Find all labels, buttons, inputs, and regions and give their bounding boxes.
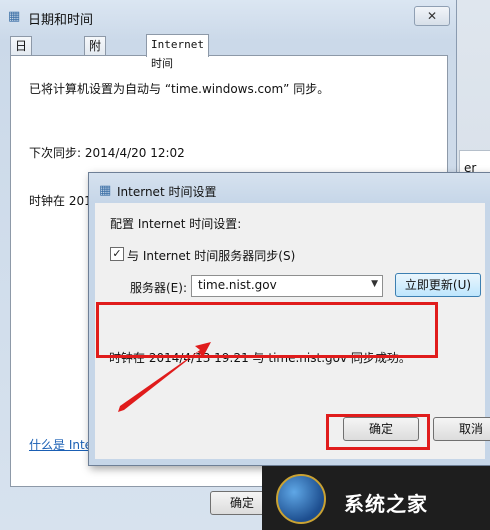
globe-logo-icon	[276, 474, 326, 524]
watermark-logo: 系统之家	[262, 466, 490, 530]
annotation-arrow	[118, 342, 211, 412]
watermark-brand-text: 系统之家	[344, 492, 428, 516]
tab-internet-time[interactable]: Internet 时间	[146, 34, 209, 70]
